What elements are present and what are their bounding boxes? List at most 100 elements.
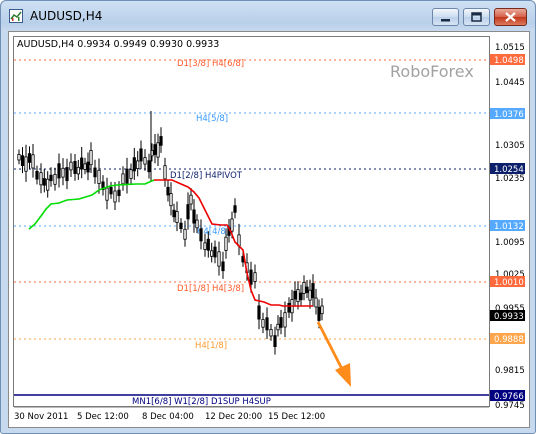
price-bar-body: [24, 156, 28, 172]
price-bar-body: [20, 155, 25, 166]
price-chart[interactable]: RoboForex AUDUSD,H4 0.9934 0.9949 0.9930…: [8, 31, 530, 428]
price-bar-body: [109, 186, 113, 195]
chart-window-icon: [9, 9, 23, 23]
minimize-icon: [441, 19, 450, 22]
price-bar-body: [299, 292, 303, 301]
price-bar-body: [206, 238, 210, 251]
price-bar-body: [83, 163, 87, 170]
price-bar-body: [224, 236, 228, 251]
level-label-2: H4[5/8]: [196, 114, 228, 124]
price-bar-body: [57, 163, 61, 179]
price-bar-body: [283, 312, 287, 328]
price-bar-body: [213, 246, 217, 258]
restore-icon: [471, 12, 482, 22]
price-bar-body: [53, 173, 57, 185]
price-bar-body: [97, 169, 101, 184]
price-bar-body: [17, 154, 21, 161]
x-tick-2: 5 Dec 12:00: [77, 412, 129, 422]
y-tick-4: 1.0235: [495, 174, 525, 184]
price-bar-body: [210, 250, 214, 257]
price-bar-body: [132, 157, 136, 172]
price-bar-body: [203, 242, 207, 250]
level-label-7: MN1[6/8] W1[2/8] D1SUP H4SUP: [132, 397, 271, 407]
price-bar-body: [189, 194, 193, 205]
price-bar-body: [89, 150, 93, 166]
price-bar-body: [27, 153, 32, 163]
price-bar-body: [183, 228, 187, 240]
price-bar-body: [314, 297, 318, 308]
price-bar-body: [296, 289, 300, 303]
price-bar-body: [35, 170, 39, 180]
price-bar-body: [199, 228, 203, 242]
price-bar-body: [317, 306, 321, 321]
price-bar-body: [31, 154, 35, 169]
title-bar[interactable]: AUDUSD,H4: [1, 1, 535, 31]
close-icon: [505, 12, 516, 22]
price-bar-body: [308, 289, 312, 301]
chart-canvas: RoboForex AUDUSD,H4 0.9934 0.9949 0.9930…: [13, 36, 525, 422]
price-bar-body: [269, 328, 273, 337]
price-bar-body: [113, 190, 117, 203]
price-tag-2-text: 1.0376: [494, 110, 524, 120]
price-bar-body: [293, 290, 297, 300]
price-bar-body: [302, 281, 306, 294]
price-tags: 1.0498 1.0376 1.0254 1.0132 1.0010 0.993…: [490, 54, 525, 402]
price-bar-body: [105, 187, 109, 201]
y-tick-2: 1.0445: [495, 78, 525, 88]
price-bar-body: [253, 272, 257, 282]
price-bar-body: [305, 286, 309, 293]
price-tag-1-text: 1.0498: [494, 56, 524, 66]
price-bar-body: [153, 144, 157, 155]
price-bar-body: [61, 167, 65, 178]
x-tick-4: 12 Dec 20:00: [205, 412, 262, 422]
level-label-5: D1[1/8] H4[3/8]: [177, 284, 244, 294]
price-bar-body: [125, 168, 129, 184]
price-bar-body: [80, 157, 84, 170]
price-tag-5-text: 1.0010: [494, 278, 524, 288]
symbol-info: AUDUSD,H4 0.9934 0.9949 0.9930 0.9933: [17, 39, 219, 50]
price-bar-body: [156, 142, 160, 158]
price-bar-body: [143, 157, 147, 165]
price-bar-body: [221, 261, 225, 272]
price-bar-body: [230, 218, 234, 232]
price-bar-body: [121, 173, 125, 185]
price-bar-body: [76, 166, 80, 175]
price-bar-body: [287, 302, 291, 313]
price-bar-body: [311, 283, 315, 299]
price-tag-7-text: 0.9766: [494, 392, 524, 402]
price-bar-body: [233, 205, 237, 213]
price-bar-body: [279, 317, 283, 328]
price-bar-body: [261, 319, 265, 328]
level-label-1: D1[3/8] H4[6/8]: [177, 59, 244, 69]
level-label-6: H4[1/8]: [195, 341, 227, 351]
price-bar-body: [73, 160, 77, 174]
level-label-3: D1[2/8] H4PIVOT: [170, 171, 243, 181]
price-bar-body: [179, 222, 183, 230]
price-bar-body: [172, 209, 176, 218]
price-bar-body: [136, 160, 140, 169]
y-tick-3: 1.0305: [495, 141, 525, 151]
price-bar-body: [163, 165, 167, 180]
current-price-tag-text: 0.9933: [494, 312, 524, 322]
restore-button[interactable]: [463, 8, 490, 26]
window-title: AUDUSD,H4: [30, 9, 103, 23]
x-tick-1: 30 Nov 2011: [14, 412, 68, 422]
y-tick-1: 1.0515: [495, 43, 525, 53]
price-bar-body: [249, 269, 253, 285]
price-bar-body: [46, 178, 50, 191]
chart-window: AUDUSD,H4 RoboForex AUDUSD,H4 0.9934 0.9…: [0, 0, 536, 434]
price-bar-body: [147, 160, 151, 173]
price-bar-body: [42, 178, 46, 186]
price-bar-body: [117, 189, 121, 197]
price-tag-3-text: 1.0254: [494, 165, 524, 175]
close-button[interactable]: [494, 8, 527, 26]
price-bar-body: [276, 323, 280, 331]
plot-area: [13, 36, 490, 407]
y-tick-9: 0.9745: [495, 401, 525, 411]
price-bar-body: [192, 209, 196, 224]
price-bar-body: [175, 211, 179, 223]
price-tag-4-text: 1.0132: [494, 222, 524, 232]
minimize-button[interactable]: [432, 8, 459, 26]
price-bar-body: [320, 305, 324, 315]
price-bar-body: [159, 136, 163, 146]
